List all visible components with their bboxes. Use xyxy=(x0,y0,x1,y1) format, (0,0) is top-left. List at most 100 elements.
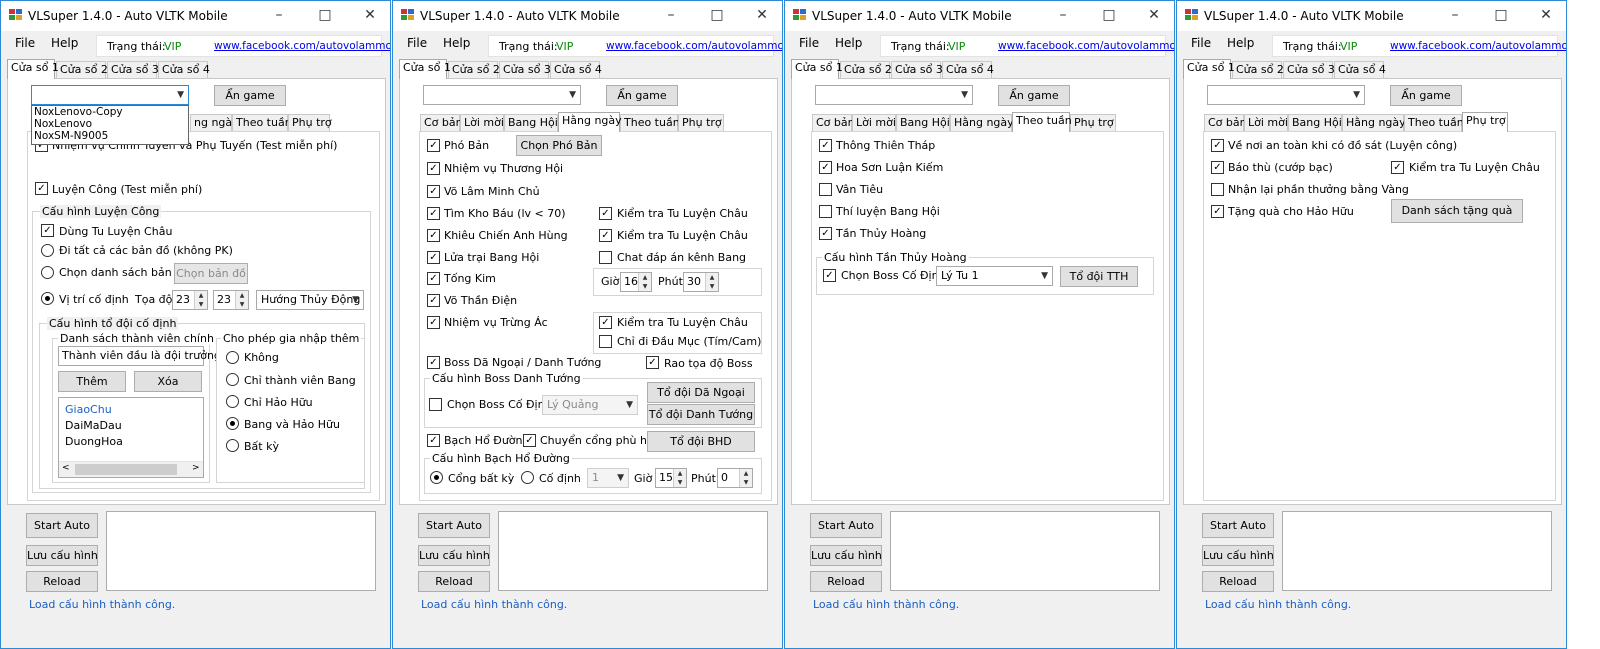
maximize-icon[interactable]: □ xyxy=(1491,6,1511,24)
check-tlc-checkbox[interactable]: ✓ xyxy=(599,229,612,242)
subtab-basic[interactable]: Cơ bản xyxy=(812,114,855,132)
subtab-daily[interactable]: Hằng ngày xyxy=(1342,114,1406,132)
subtab-weekly[interactable]: Theo tuần xyxy=(1404,114,1464,132)
start-auto-button[interactable]: Start Auto xyxy=(1202,513,1274,538)
subtab-weekly[interactable]: Theo tuần xyxy=(232,114,292,132)
allow-none-radio[interactable] xyxy=(226,351,239,364)
members-input[interactable]: Thành viên đầu là đội trưởng xyxy=(58,346,221,366)
gate-select[interactable]: 1 ▼ xyxy=(587,468,629,488)
lua-trai-checkbox[interactable]: ✓ xyxy=(427,251,440,264)
pho-ban-checkbox[interactable]: ✓ xyxy=(427,139,440,152)
hide-game-button[interactable]: Ẩn game xyxy=(606,85,678,106)
tth-boss-select[interactable]: Lý Tu 1 ▼ xyxy=(936,266,1053,286)
to-doi-danh-tuong-button[interactable]: Tổ đội Danh Tướng xyxy=(647,404,755,425)
khieu-chien-checkbox[interactable]: ✓ xyxy=(427,229,440,242)
spin-arrows-icon[interactable]: ▲ ▼ xyxy=(739,469,752,487)
all-maps-radio[interactable] xyxy=(41,244,54,257)
subtab-guild[interactable]: Bang Hội xyxy=(1288,114,1342,132)
scroll-left-icon[interactable]: < xyxy=(62,463,70,473)
save-config-button[interactable]: Lưu cấu hình xyxy=(418,545,490,566)
boss-select[interactable]: Lý Quảng ▼ xyxy=(542,395,638,415)
coord-y-stepper[interactable]: 23 ▲ ▼ xyxy=(213,290,249,310)
spin-arrows-icon[interactable]: ▲ ▼ xyxy=(705,273,718,291)
fixed-gate-radio[interactable] xyxy=(521,471,534,484)
reload-button[interactable]: Reload xyxy=(1202,571,1274,592)
minimize-icon[interactable]: – xyxy=(1053,6,1073,24)
tab-window-3[interactable]: Cửa sổ 3 xyxy=(1283,61,1335,79)
subtab-weekly[interactable]: Theo tuần xyxy=(1012,112,1072,132)
allow-friends-radio[interactable] xyxy=(226,395,239,408)
menu-help[interactable]: Help xyxy=(51,36,78,50)
coord-x-stepper[interactable]: 23 ▲ ▼ xyxy=(172,290,208,310)
to-doi-da-ngoai-button[interactable]: Tổ đội Dã Ngoại xyxy=(647,382,755,403)
tab-window-1[interactable]: Cửa sổ 1 xyxy=(7,59,59,79)
allow-any-radio[interactable] xyxy=(226,439,239,452)
minimize-icon[interactable]: – xyxy=(661,6,681,24)
train-checkbox[interactable]: ✓ xyxy=(35,182,48,195)
subtab-daily[interactable]: Hằng ngày xyxy=(950,114,1014,132)
chuyen-cong-checkbox[interactable]: ✓ xyxy=(523,434,536,447)
scroll-thumb[interactable] xyxy=(75,464,177,475)
start-auto-button[interactable]: Start Auto xyxy=(810,513,882,538)
subtab-guild[interactable]: Bang Hội xyxy=(896,114,950,132)
allow-guild-friends-radio[interactable] xyxy=(226,417,239,430)
thuong-hoi-checkbox[interactable]: ✓ xyxy=(427,162,440,175)
menu-file[interactable]: File xyxy=(1191,36,1211,50)
start-auto-button[interactable]: Start Auto xyxy=(418,513,490,538)
hide-game-button[interactable]: Ẩn game xyxy=(214,85,286,106)
add-member-button[interactable]: Thêm xyxy=(58,371,126,392)
close-icon[interactable]: ✕ xyxy=(752,6,772,24)
tab-window-4[interactable]: Cửa sổ 4 xyxy=(1334,61,1386,79)
bao-thu-checkbox[interactable]: ✓ xyxy=(1211,161,1224,174)
any-gate-radio[interactable] xyxy=(430,471,443,484)
close-icon[interactable]: ✕ xyxy=(1536,6,1556,24)
spin-arrows-icon[interactable]: ▲ ▼ xyxy=(194,291,207,309)
rao-toa-do-checkbox[interactable]: ✓ xyxy=(646,356,659,369)
subtab-basic[interactable]: Cơ bản xyxy=(1204,114,1247,132)
facebook-link[interactable]: www.facebook.com/autovolammobi xyxy=(606,40,782,52)
list-item[interactable]: DuongHoa xyxy=(65,435,123,448)
device-select[interactable]: ▼ xyxy=(1207,85,1365,105)
menu-help[interactable]: Help xyxy=(1227,36,1254,50)
list-item[interactable]: DaiMaDau xyxy=(65,419,122,432)
subtab-support[interactable]: Phụ trợ xyxy=(678,114,724,132)
choose-maps-radio[interactable] xyxy=(41,266,54,279)
maximize-icon[interactable]: □ xyxy=(707,6,727,24)
allow-guild-radio[interactable] xyxy=(226,373,239,386)
save-config-button[interactable]: Lưu cấu hình xyxy=(26,545,98,566)
check-tlc-checkbox[interactable]: ✓ xyxy=(599,207,612,220)
bhd-hour-stepper[interactable]: 15 ▲ ▼ xyxy=(655,468,687,488)
subtab-invite[interactable]: Lời mời xyxy=(1244,114,1288,132)
save-config-button[interactable]: Lưu cấu hình xyxy=(1202,545,1274,566)
use-tlc-checkbox[interactable]: ✓ xyxy=(41,224,54,237)
tab-window-4[interactable]: Cửa sổ 4 xyxy=(158,61,210,79)
tab-window-2[interactable]: Cửa sổ 2 xyxy=(448,61,500,79)
subtab-daily[interactable]: Hằng ngày xyxy=(558,112,622,132)
device-option[interactable]: NoxSM-N9005 xyxy=(32,130,188,142)
choose-pho-ban-button[interactable]: Chọn Phó Bản xyxy=(516,135,602,156)
menu-file[interactable]: File xyxy=(15,36,35,50)
bhd-minute-stepper[interactable]: 0 ▲ ▼ xyxy=(717,468,753,488)
boss-da-ngoai-checkbox[interactable]: ✓ xyxy=(427,356,440,369)
menu-help[interactable]: Help xyxy=(835,36,862,50)
chat-dap-an-checkbox[interactable] xyxy=(599,251,612,264)
maximize-icon[interactable]: □ xyxy=(315,6,335,24)
menu-help[interactable]: Help xyxy=(443,36,470,50)
tab-window-2[interactable]: Cửa sổ 2 xyxy=(1232,61,1284,79)
menu-file[interactable]: File xyxy=(799,36,819,50)
tong-kim-checkbox[interactable]: ✓ xyxy=(427,272,440,285)
spin-arrows-icon[interactable]: ▲ ▼ xyxy=(638,273,651,291)
facebook-link[interactable]: www.facebook.com/autovolammobi xyxy=(998,40,1174,52)
subtab-support[interactable]: Phụ trợ xyxy=(288,114,332,132)
device-select[interactable]: ▼ xyxy=(423,85,581,105)
tab-window-1[interactable]: Cửa sổ 1 xyxy=(791,59,843,79)
hour-stepper[interactable]: 16 ▲ ▼ xyxy=(620,272,652,292)
tth-choose-boss-checkbox[interactable]: ✓ xyxy=(823,269,836,282)
gift-list-button[interactable]: Danh sách tặng quà xyxy=(1391,199,1523,223)
hide-game-button[interactable]: Ẩn game xyxy=(1390,85,1462,106)
list-item[interactable]: GiaoChu xyxy=(65,403,112,416)
device-option[interactable]: NoxLenovo xyxy=(32,118,188,130)
close-icon[interactable]: ✕ xyxy=(1144,6,1164,24)
nhan-lai-checkbox[interactable] xyxy=(1211,183,1224,196)
thi-luyen-checkbox[interactable] xyxy=(819,205,832,218)
